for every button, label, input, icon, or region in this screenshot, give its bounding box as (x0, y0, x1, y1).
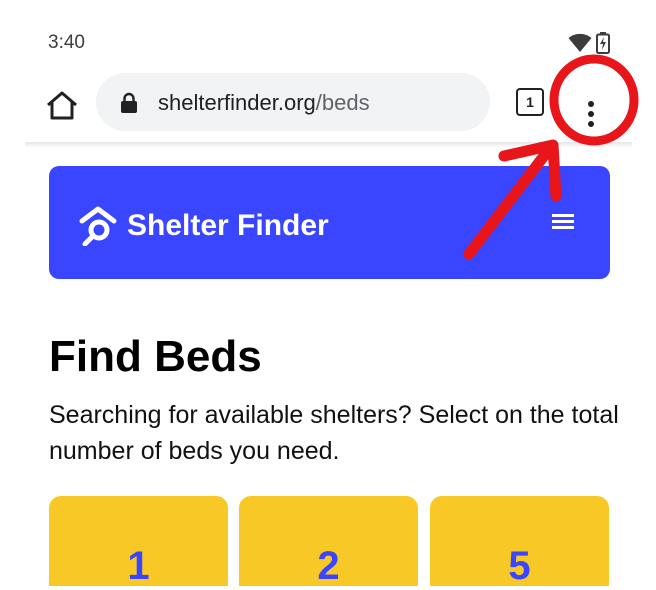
browser-toolbar: shelterfinder.org/beds 1 (0, 70, 656, 142)
status-time: 3:40 (48, 32, 85, 53)
lock-icon (121, 92, 137, 113)
page-title: Find Beds (49, 332, 262, 381)
url-text: shelterfinder.org/beds (158, 90, 370, 116)
url-path: /beds (315, 90, 370, 115)
more-vert-icon (588, 101, 594, 127)
url-bar[interactable]: shelterfinder.org/beds (96, 73, 490, 131)
house-search-logo-icon (79, 206, 117, 246)
home-button[interactable] (40, 84, 84, 128)
tab-switcher-button[interactable]: 1 (516, 88, 546, 118)
site-name[interactable]: Shelter Finder (127, 209, 329, 243)
tab-count: 1 (516, 88, 544, 116)
status-icons (568, 32, 618, 54)
home-icon (47, 91, 77, 120)
battery-charging-icon (596, 32, 610, 54)
wifi-icon (568, 33, 592, 52)
browser-menu-button[interactable] (572, 84, 612, 128)
bed-option-card[interactable]: 5 (430, 496, 609, 586)
url-host: shelterfinder.org (158, 90, 316, 115)
bed-option-card[interactable]: 1 (49, 496, 228, 586)
bed-option-number: 2 (317, 544, 340, 586)
toolbar-shadow (25, 142, 632, 148)
site-header: Shelter Finder (49, 166, 610, 279)
bed-option-card[interactable]: 2 (239, 496, 418, 586)
page-description: Searching for available shelters? Select… (49, 401, 619, 465)
hamburger-menu-icon[interactable] (552, 211, 574, 231)
status-bar: 3:40 (0, 0, 656, 70)
bed-option-number: 1 (127, 544, 150, 586)
bed-option-number: 5 (508, 544, 531, 586)
